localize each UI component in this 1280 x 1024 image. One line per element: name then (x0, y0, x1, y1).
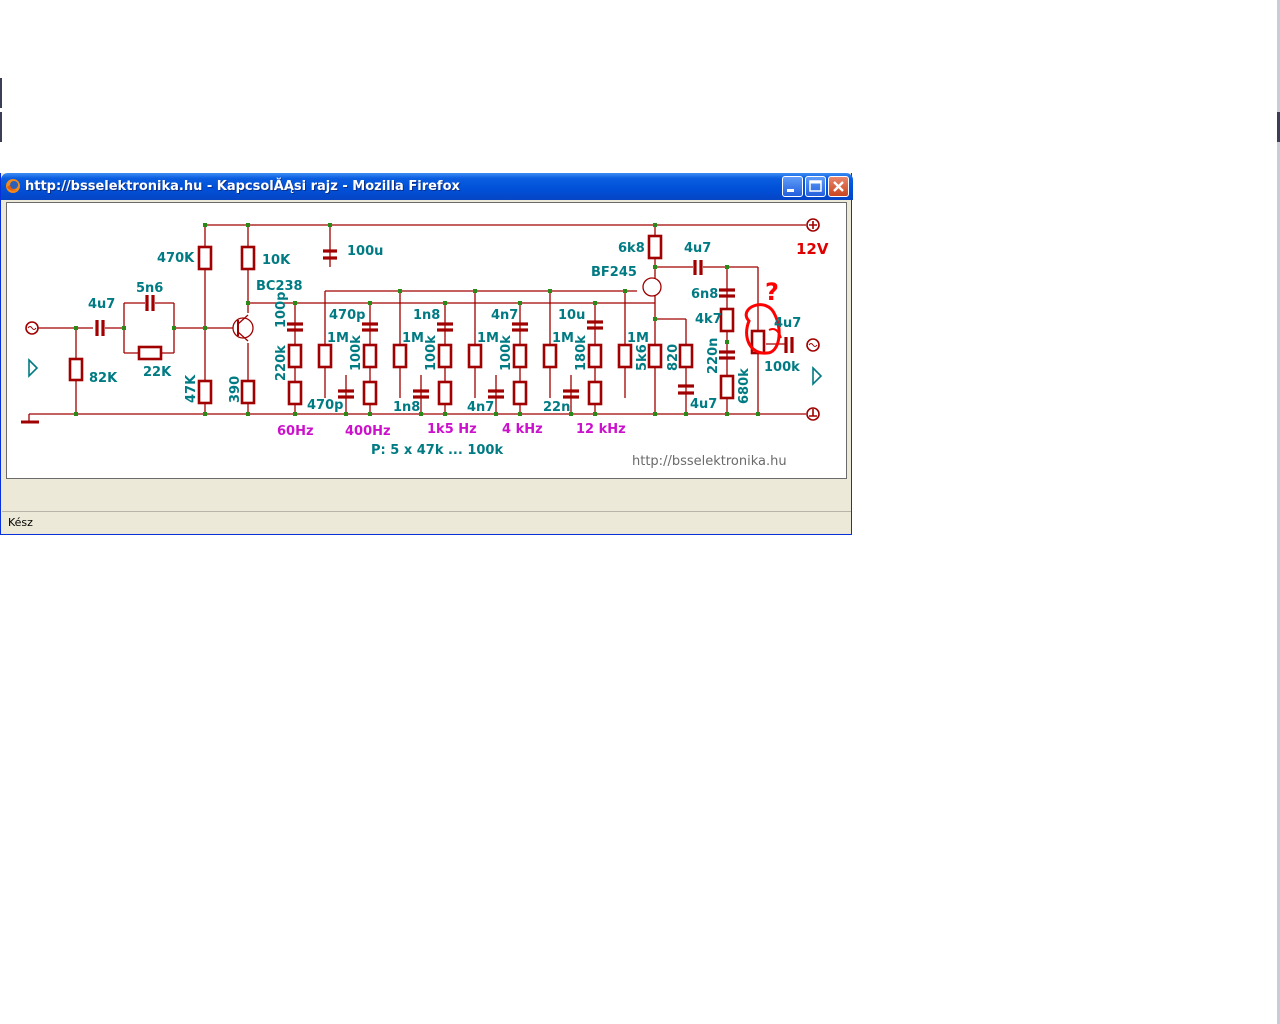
r5k6-label: 5k6 (635, 344, 650, 371)
maximize-button[interactable] (805, 176, 826, 197)
r680k-label: 680k (737, 368, 752, 404)
band-5-c-top-label: 10u (558, 308, 585, 323)
bf245-label: BF245 (591, 265, 637, 280)
c5n6-label: 5n6 (136, 281, 163, 296)
c220n-label: 220n (706, 338, 721, 374)
input-arrow-icon (28, 358, 39, 378)
bf245-fet-icon (642, 277, 662, 297)
r470k (197, 245, 213, 271)
c-src-label: 4u7 (690, 397, 717, 412)
r470k-label: 470K (157, 251, 195, 266)
r22k (137, 345, 163, 361)
band-1-c-top-label: 100p (274, 292, 289, 328)
minimize-icon (787, 189, 794, 192)
band-3-r-feed-label: 1M (477, 331, 499, 346)
band-3-c-bottom-label: 4n7 (467, 400, 494, 415)
r82k-label: 82K (89, 371, 118, 386)
band-4-r-left-label: 100k (499, 335, 514, 371)
band-3-freq-label: 1k5 Hz (427, 422, 477, 437)
c6n8-label: 6n8 (691, 287, 718, 302)
r390 (240, 379, 256, 405)
schematic-image: 4u7 82K 5n6 22K 470K 47K 10K 390 BC238 1… (6, 202, 847, 479)
circuit-diagram: 4u7 82K 5n6 22K 470K 47K 10K 390 BC238 1… (21, 218, 829, 469)
left-edge-mark-2 (0, 112, 2, 142)
band-2-r-left-label: 100k (349, 335, 364, 371)
r47k (197, 379, 213, 405)
band-5-r-feed-label: 1M (627, 331, 649, 346)
r820 (678, 343, 694, 369)
band-2-freq-label: 400Hz (345, 424, 391, 439)
window-title: http://bsselektronika.hu - KapcsolĂĄsi r… (25, 179, 460, 194)
c100u-label: 100u (347, 244, 383, 259)
title-bar[interactable]: http://bsselektronika.hu - KapcsolĂĄsi r… (1, 173, 853, 200)
band-4-freq-label: 4 kHz (502, 422, 543, 437)
band-1-r-left-label: 220k (274, 345, 289, 381)
close-icon (833, 181, 844, 192)
question-mark-annotation: ? (765, 278, 779, 306)
band-2-r-feed-label: 1M (402, 331, 424, 346)
maximize-icon (809, 180, 822, 192)
pot-100k-label: 100k (764, 360, 800, 375)
status-text: Kész (8, 516, 33, 529)
band-2-c-bottom-label: 1n8 (393, 400, 420, 415)
firefox-icon (6, 179, 20, 193)
band-1 (287, 291, 333, 414)
band-4-r-feed-label: 1M (552, 331, 574, 346)
band-4-c-bottom-label: 22n (543, 400, 570, 415)
close-button[interactable] (828, 176, 849, 197)
r6k8 (647, 234, 663, 260)
r390-label: 390 (228, 376, 243, 403)
band-1-r-feed-label: 1M (327, 331, 349, 346)
c-in-label: 4u7 (88, 297, 115, 312)
r680k (719, 374, 735, 400)
band-1-freq-label: 60Hz (277, 424, 314, 439)
output-arrow-icon (812, 366, 823, 386)
r6k8-label: 6k8 (618, 241, 645, 256)
band-1-c-bottom-label: 470p (307, 398, 343, 413)
pot-note: P: 5 x 47k ... 100k (371, 443, 503, 458)
band-4-c-top-label: 4n7 (491, 308, 518, 323)
r5k6 (647, 343, 663, 369)
r82k (68, 357, 84, 382)
left-edge-mark-1 (0, 78, 2, 108)
bc238-transistor-icon (232, 317, 254, 339)
band-3-r-left-label: 100k (424, 335, 439, 371)
watermark: http://bsselektronika.hu (632, 454, 787, 469)
band-5-r-left-label: 180k (574, 335, 589, 371)
r22k-label: 22K (143, 365, 172, 380)
supply-voltage-label: 12V (796, 240, 829, 258)
firefox-popup-window: http://bsselektronika.hu - KapcsolĂĄsi r… (0, 173, 853, 535)
r10k-label: 10K (262, 253, 291, 268)
r10k (240, 245, 256, 271)
r47k-label: 47K (184, 374, 199, 403)
r4k7 (719, 307, 735, 333)
r4k7-label: 4k7 (695, 312, 722, 327)
c-coupling-label: 4u7 (684, 241, 711, 256)
minimize-button[interactable] (782, 176, 803, 197)
band-3-c-top-label: 1n8 (413, 308, 440, 323)
band-5-freq-label: 12 kHz (576, 422, 626, 437)
band-2-c-top-label: 470p (329, 308, 365, 323)
r820-label: 820 (666, 344, 681, 371)
status-bar: Kész (2, 511, 851, 534)
c-out-label: 4u7 (774, 316, 801, 331)
